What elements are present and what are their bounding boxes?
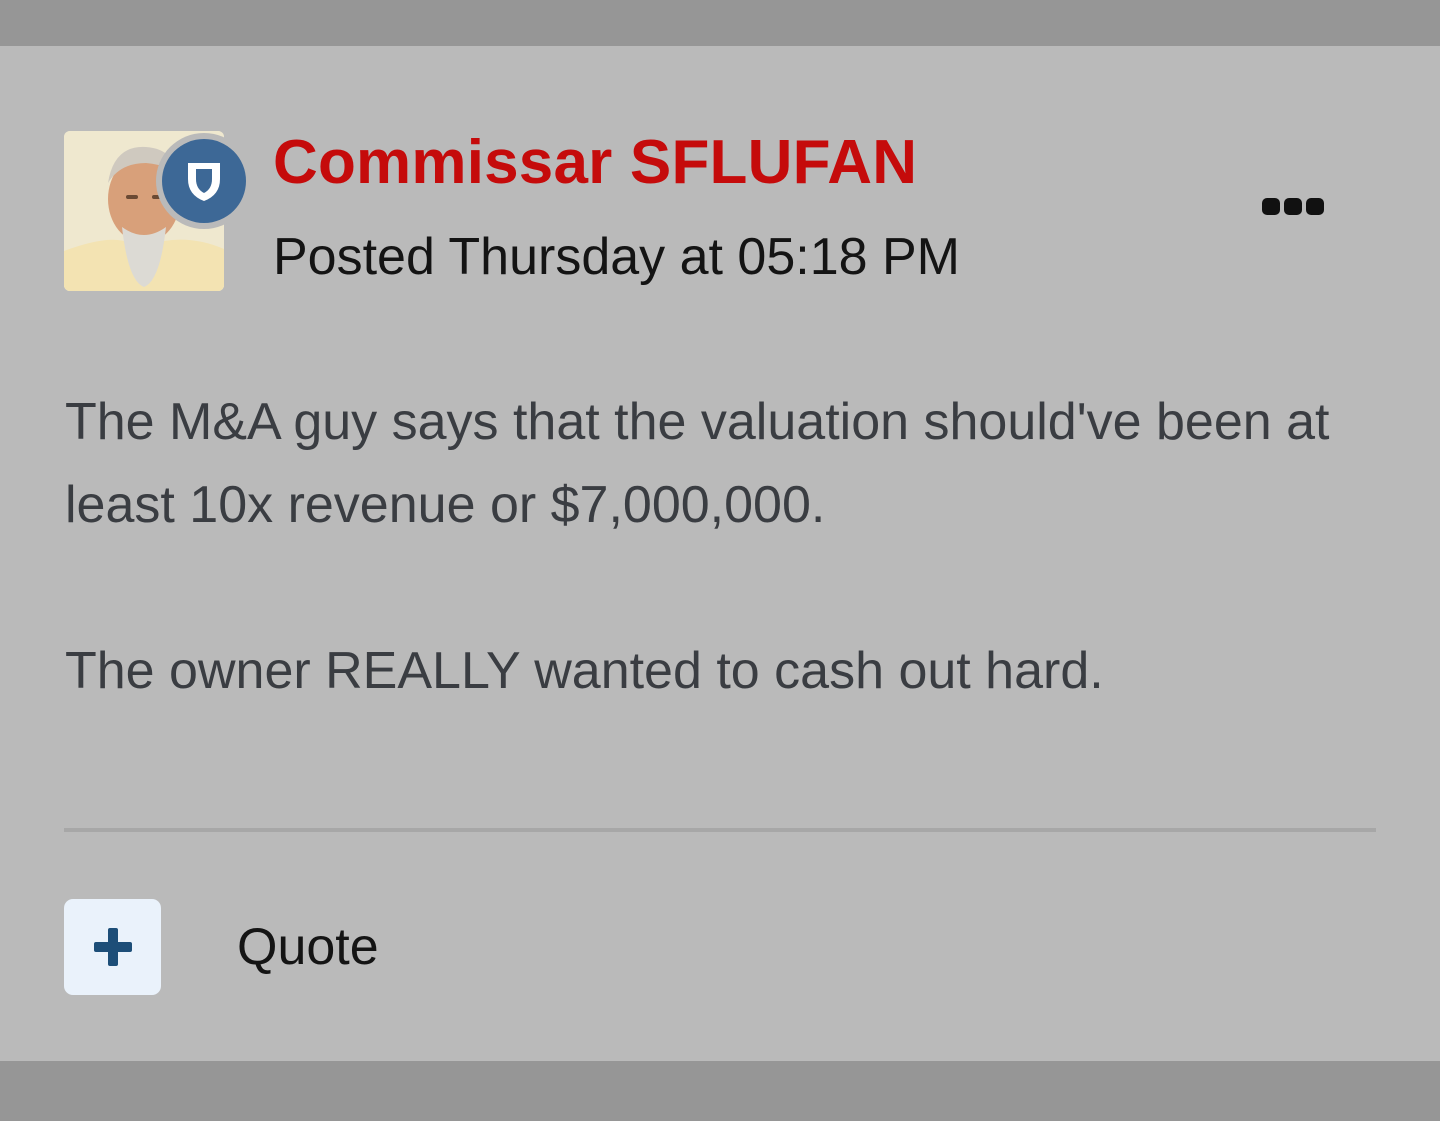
divider <box>64 828 1376 832</box>
ellipsis-icon <box>1306 197 1324 215</box>
add-reaction-button[interactable] <box>64 899 161 995</box>
author-name[interactable]: Commissar SFLUFAN <box>273 126 917 200</box>
post-body: The M&A guy says that the valuation shou… <box>65 381 1385 713</box>
author-avatar-group[interactable] <box>64 131 254 291</box>
plus-icon <box>93 928 132 966</box>
ellipsis-icon <box>1284 197 1302 215</box>
moderator-badge <box>156 133 252 229</box>
post-card: Commissar SFLUFAN Posted Thursday at 05:… <box>0 46 1440 1061</box>
post-paragraph: The owner REALLY wanted to cash out hard… <box>65 642 1104 700</box>
ellipsis-icon <box>1262 197 1280 215</box>
more-options-button[interactable] <box>1262 194 1332 218</box>
shield-icon <box>188 163 220 201</box>
quote-button[interactable]: Quote <box>237 916 379 978</box>
post-paragraph: The M&A guy says that the valuation shou… <box>65 393 1330 534</box>
post-timestamp: Posted Thursday at 05:18 PM <box>273 228 960 286</box>
